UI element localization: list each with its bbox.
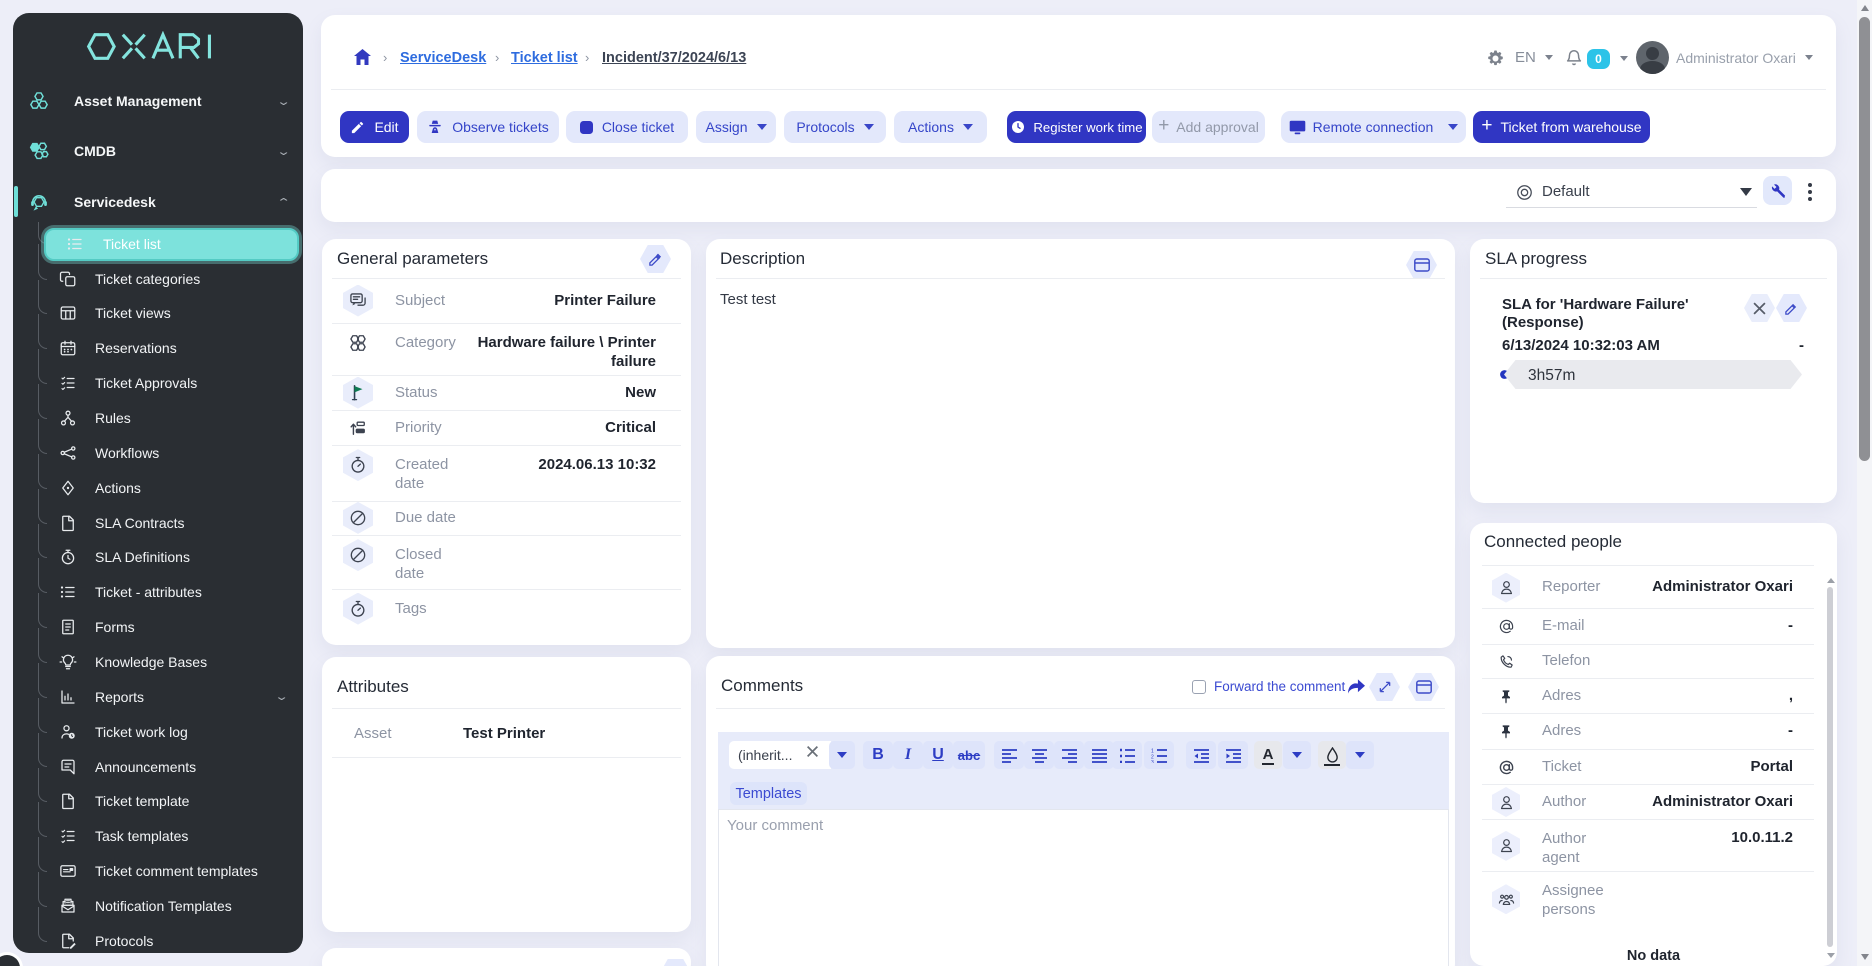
svg-text:3: 3 [1151, 760, 1154, 763]
svg-text:3h57m: 3h57m [1528, 367, 1575, 384]
